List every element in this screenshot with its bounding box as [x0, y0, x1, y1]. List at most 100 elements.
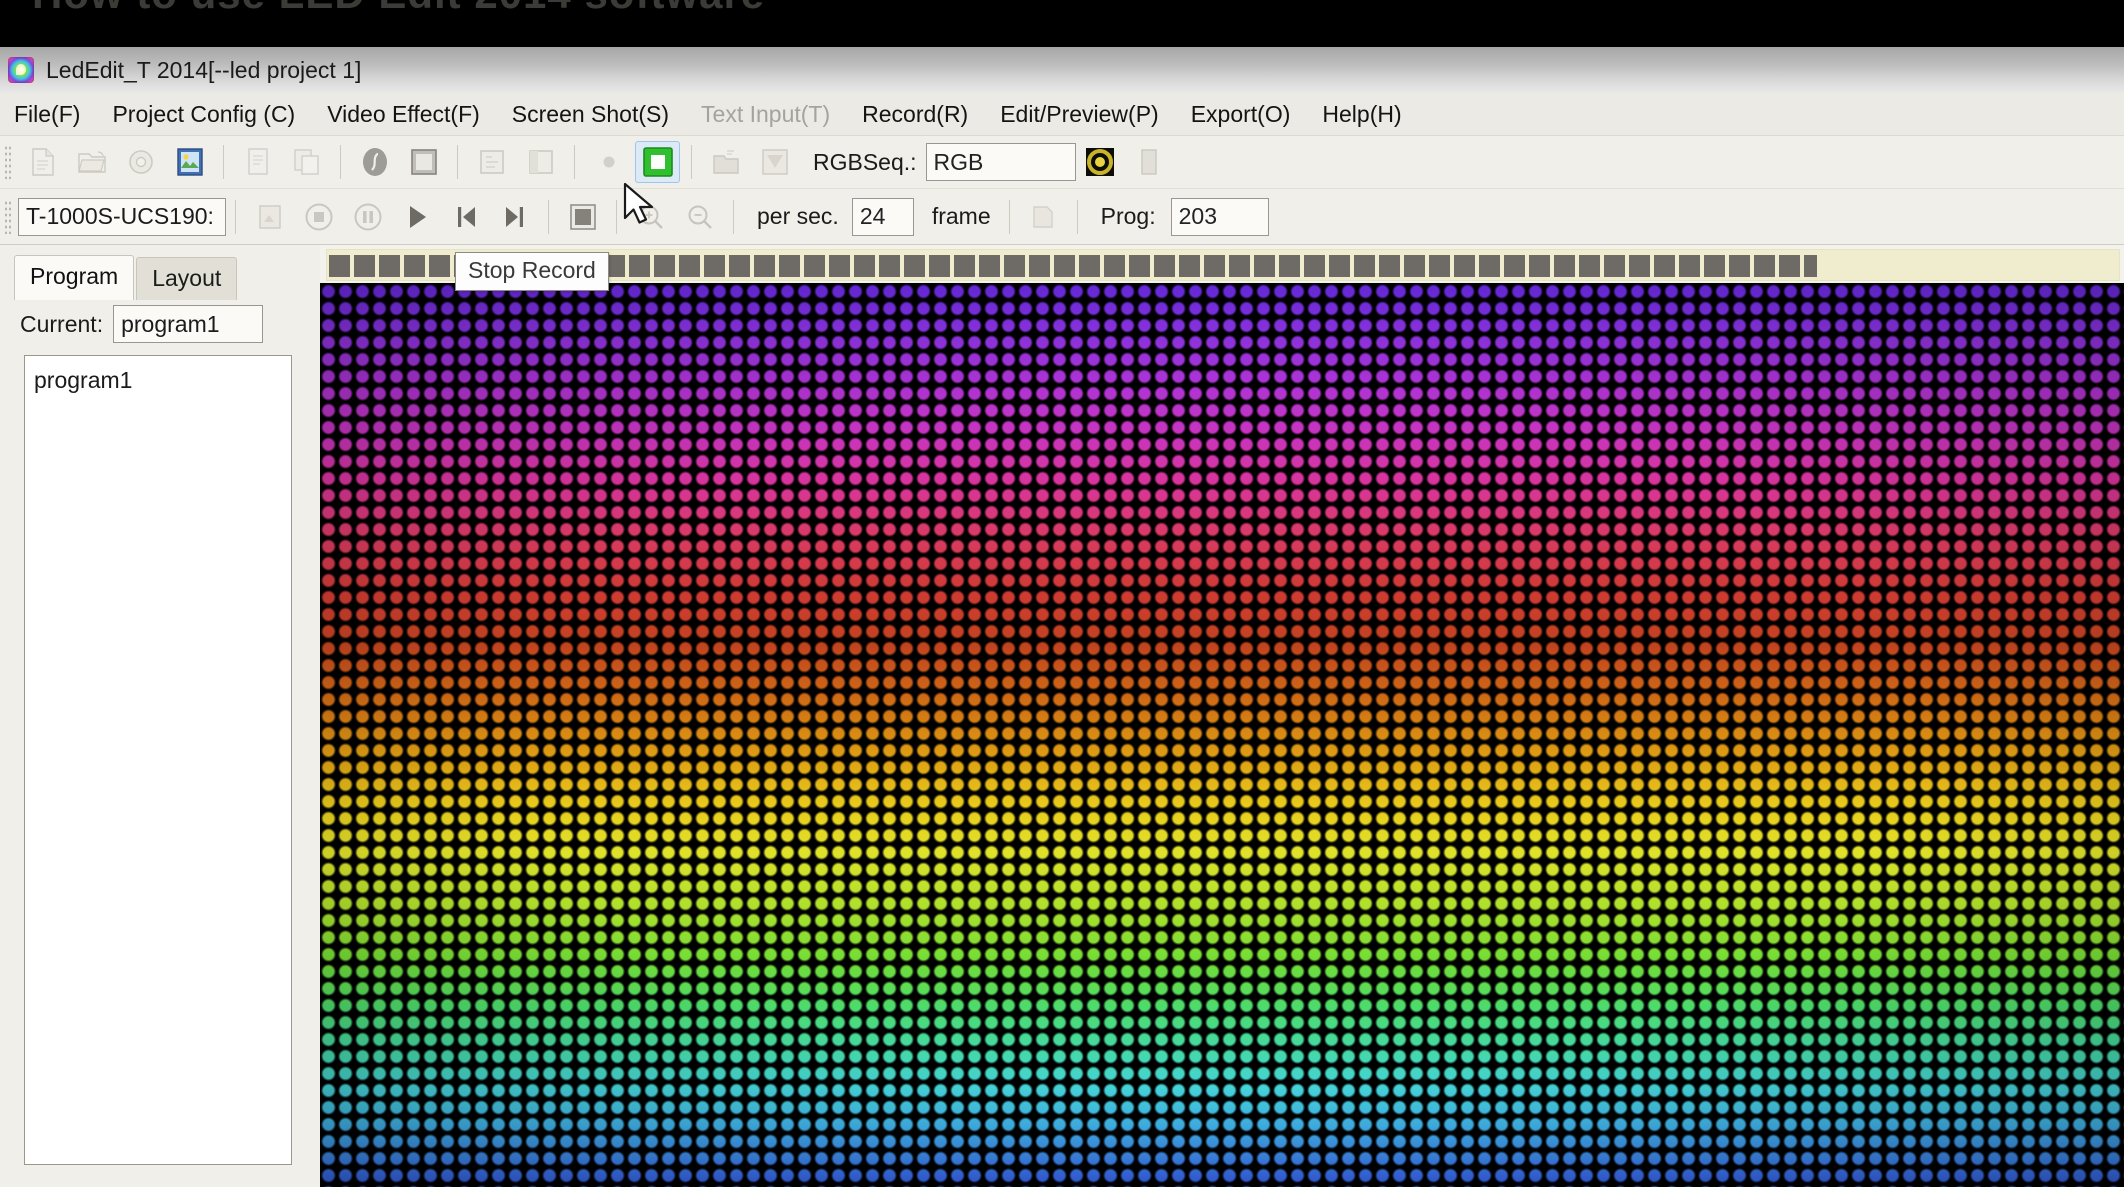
left-panel: Program Layout Current: program1 program…: [0, 245, 320, 1187]
panel-tabstrip: Program Layout: [14, 255, 239, 300]
toolbar-primary: RGBSeq.:: [0, 136, 2124, 189]
record-green-square-icon: [642, 147, 673, 177]
menu-item-video-effect[interactable]: Video Effect(F): [313, 99, 494, 130]
toolbar-separator: [548, 199, 549, 234]
record-stop-button[interactable]: [635, 141, 680, 183]
menu-item-export[interactable]: Export(O): [1177, 99, 1305, 130]
insert-window-button[interactable]: [469, 141, 514, 183]
frame-icon: [1033, 205, 1053, 228]
settings-gear-icon: [128, 150, 153, 174]
preview-area: [320, 245, 2124, 1187]
toolbar-separator: [235, 199, 236, 234]
toolbar-separator: [340, 145, 341, 179]
new-file-button[interactable]: [20, 141, 65, 183]
image-layout-button[interactable]: [167, 141, 212, 183]
paste-page-button[interactable]: [284, 141, 329, 183]
folder-record-icon: [712, 150, 739, 174]
zoom-out-icon: [688, 205, 712, 229]
stop-circle-icon: [305, 203, 332, 230]
zoom-out-button[interactable]: [677, 196, 722, 238]
mouse-cursor: [623, 182, 654, 224]
effect-circle-button[interactable]: [352, 141, 397, 183]
current-program-value[interactable]: program1: [113, 305, 264, 343]
window-panel-icon: [528, 150, 553, 174]
menu-item-text-input: Text Input(T): [701, 100, 831, 127]
controller-select[interactable]: [18, 197, 226, 236]
tooltip: Stop Record: [455, 252, 609, 291]
list-item[interactable]: program1: [34, 363, 291, 399]
video-overlay-title: How to use LED Edit 2014 software: [32, 0, 765, 18]
window-title: LedEdit_T 2014[--led project 1]: [46, 56, 362, 83]
next-frame-button[interactable]: [492, 196, 537, 238]
toolbar-separator: [1076, 199, 1078, 234]
color-wheel-icon: [1086, 148, 1115, 176]
play-button[interactable]: [394, 196, 439, 238]
play-icon: [409, 205, 426, 228]
toolbar-grip-handle[interactable]: [4, 145, 13, 179]
settings-gear-button[interactable]: [118, 141, 163, 183]
toolbar-separator: [733, 199, 734, 234]
video-letterbox-band: How to use LED Edit 2014 software: [0, 0, 2124, 47]
prev-frame-icon: [457, 206, 475, 227]
window-titlebar: LedEdit_T 2014[--led project 1]: [0, 47, 2124, 93]
color-wheel-button[interactable]: [1078, 141, 1123, 183]
window-panel-button[interactable]: [518, 141, 563, 183]
menu-item-file[interactable]: File(F): [0, 99, 94, 130]
menu-item-record[interactable]: Record(R): [848, 99, 982, 130]
tab-program[interactable]: Program: [14, 255, 135, 300]
triangle-shape-icon: [761, 149, 788, 175]
toolbar-grip-handle-2[interactable]: [4, 199, 13, 234]
prev-frame-button[interactable]: [443, 196, 488, 238]
per-sec-input[interactable]: [851, 197, 914, 236]
pause-circle-button[interactable]: [345, 196, 390, 238]
menu-item-edit-preview[interactable]: Edit/Preview(P): [986, 99, 1172, 130]
stop-square-icon: [569, 203, 596, 230]
toolbar-separator: [457, 145, 458, 179]
open-folder-button[interactable]: [69, 141, 114, 183]
led-preview-matrix[interactable]: [320, 283, 2124, 1187]
program-list[interactable]: program1: [24, 355, 292, 1165]
paste-page-icon: [293, 149, 319, 175]
rgbseq-input[interactable]: [925, 143, 1076, 181]
frame-button[interactable]: [1021, 196, 1066, 238]
toolbar-separator: [574, 145, 575, 179]
copy-page-button[interactable]: [235, 141, 280, 183]
frame-label: frame: [931, 203, 991, 229]
prog-label: Prog:: [1100, 203, 1156, 229]
toolbar-separator: [1008, 199, 1010, 234]
led-vignette: [320, 283, 2124, 1187]
small-dot-icon: [603, 156, 614, 168]
menu-item-help[interactable]: Help(H): [1308, 99, 1415, 130]
new-file-icon: [31, 148, 54, 176]
application-window: How to use LED Edit 2014 software LedEdi…: [0, 0, 2124, 1187]
menu-item-screen-shot[interactable]: Screen Shot(S): [498, 99, 683, 130]
menu-item-project-config[interactable]: Project Config (C): [98, 99, 309, 130]
prog-input[interactable]: [1170, 197, 1269, 236]
copy-page-icon: [247, 148, 268, 175]
frame-square-icon: [410, 149, 437, 175]
per-sec-label: per sec.: [757, 203, 839, 229]
next-frame-icon: [505, 206, 523, 227]
panel-icon: [1141, 149, 1157, 175]
toolbar-playback: per sec. frame Prog:: [0, 189, 2124, 245]
tab-layout[interactable]: Layout: [136, 257, 238, 300]
panel-button[interactable]: [1127, 141, 1172, 183]
effect-circle-icon: [362, 148, 387, 176]
folder-record-button[interactable]: [703, 141, 748, 183]
small-dot-button[interactable]: [586, 141, 631, 183]
pause-circle-icon: [354, 203, 381, 230]
menu-bar: File(F) Project Config (C) Video Effect(…: [0, 93, 2124, 136]
stop-square-button[interactable]: [560, 196, 605, 238]
image-layout-icon: [176, 148, 203, 176]
triangle-shape-button[interactable]: [752, 141, 797, 183]
current-program-row: Current: program1: [20, 305, 264, 343]
open-folder-icon: [77, 151, 106, 173]
export-file-button[interactable]: [247, 196, 292, 238]
toolbar-separator: [691, 145, 692, 179]
stop-circle-button[interactable]: [296, 196, 341, 238]
toolbar-separator: [616, 199, 617, 234]
rgbseq-label: RGBSeq.:: [813, 148, 917, 175]
frame-square-button[interactable]: [401, 141, 446, 183]
toolbar-separator: [223, 145, 224, 179]
insert-window-icon: [479, 150, 504, 174]
